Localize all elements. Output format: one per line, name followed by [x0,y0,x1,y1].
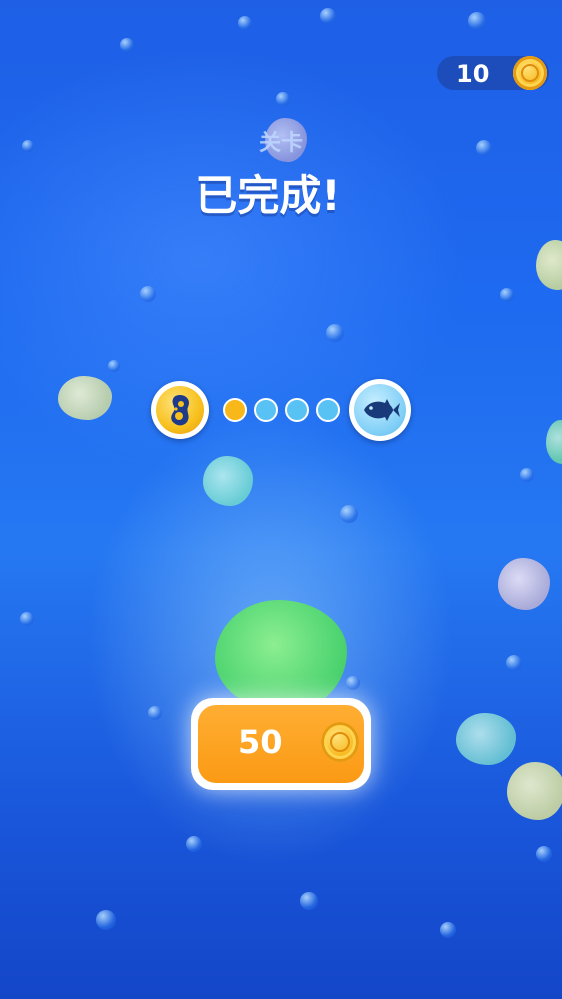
green-creature-blob [215,600,347,712]
progress-start-badge [151,381,209,439]
level-complete-title: 已完成! [195,171,341,220]
background-bubble [500,288,514,302]
background-bubble [20,612,34,626]
background-light-blob [58,376,112,420]
background-bubble [238,16,252,30]
background-bubble [148,706,162,720]
background-light-blob [456,713,516,765]
background-bubble [186,836,202,852]
background-bubble [506,655,522,671]
background-bubble [276,92,290,106]
background-light-blob [546,420,562,464]
background-light-blob [498,558,550,610]
background-bubble [346,676,360,690]
background-bubble [536,846,552,862]
background-bubble [520,468,534,482]
background-bubble [320,8,336,24]
cell-creature-icon [171,395,190,426]
progress-step-dot [223,398,247,422]
reward-amount: 50 [238,723,283,761]
gold-coin-icon [321,722,359,762]
background-light-blob [203,456,253,506]
background-bubble [326,324,344,342]
level-label: 关卡 [258,131,303,156]
background-bubble [340,505,358,523]
background-light-blob [536,240,562,290]
background-bubble [96,910,116,930]
background-bubble [140,286,156,302]
progress-step-dot [285,398,309,422]
gold-coin-icon [513,56,547,90]
background-bubble [300,892,318,910]
progress-step-dot [316,398,340,422]
background-bubble [120,38,134,52]
coin-count: 10 [456,60,490,88]
progress-end-badge [349,379,411,441]
fish-icon [364,399,400,421]
background-light-blob [507,762,562,820]
background-bubble [108,360,120,372]
background-bubble [440,922,456,938]
progress-step-dot [254,398,278,422]
background-bubble [468,12,486,30]
